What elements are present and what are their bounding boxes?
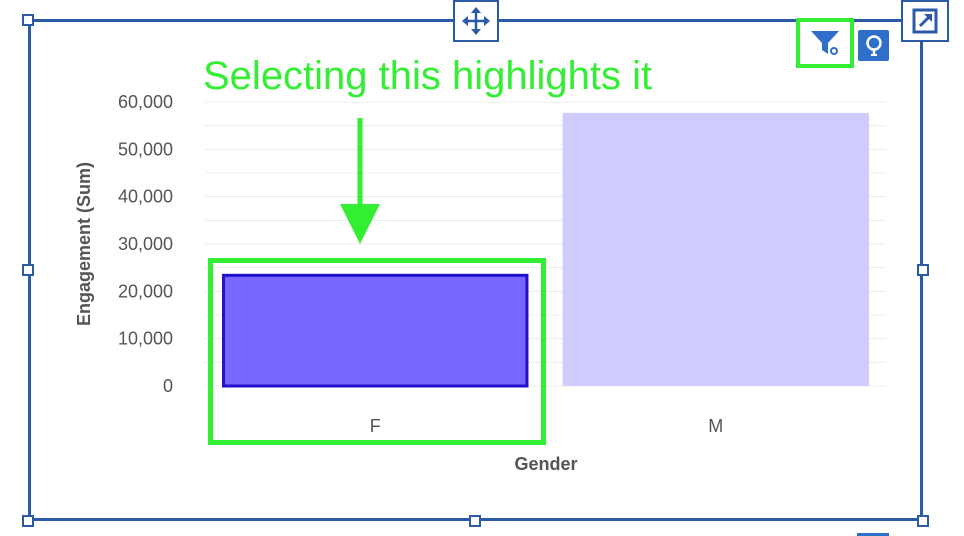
popout-button[interactable]: [901, 0, 949, 42]
resize-handle-top-left[interactable]: [22, 14, 34, 26]
move-handle[interactable]: [453, 0, 499, 42]
resize-handle-bottom-center[interactable]: [469, 515, 481, 527]
lightbulb-icon: [865, 34, 882, 56]
resize-handle-middle-left[interactable]: [22, 264, 34, 276]
annotation-arrow: [340, 118, 380, 244]
selection-highlight-box: [208, 258, 546, 445]
move-arrows-icon: [462, 7, 490, 35]
resize-handle-middle-right[interactable]: [917, 264, 929, 276]
annotation-text: Selecting this highlights it: [203, 54, 653, 98]
filter-icon: [811, 31, 839, 55]
resize-handle-bottom-right[interactable]: [917, 515, 929, 527]
filter-button[interactable]: [796, 18, 854, 68]
resize-handle-bottom-left[interactable]: [22, 515, 34, 527]
insight-button[interactable]: [858, 30, 889, 61]
popout-icon: [912, 8, 938, 34]
